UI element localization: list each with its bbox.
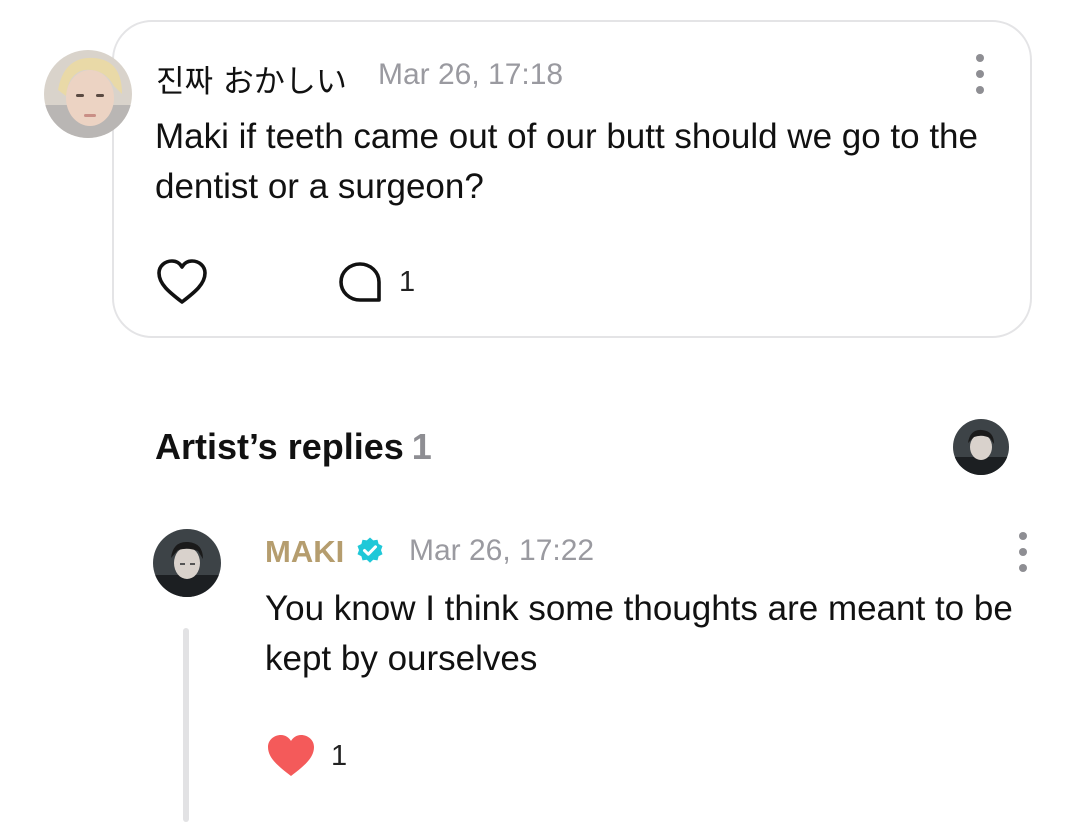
reply-like-count: 1 — [331, 740, 348, 772]
comment-thread-page: 진짜 おかしい Mar 26, 17:18 Maki if teeth came… — [0, 0, 1080, 822]
reply-author-avatar[interactable] — [153, 529, 221, 597]
reply-author-name[interactable]: MAKI — [265, 534, 344, 570]
artist-replies-title: Artist’s replies — [155, 426, 404, 467]
post-author-name[interactable]: 진짜 おかしい — [156, 56, 347, 101]
more-vertical-icon — [976, 54, 984, 62]
heart-outline-icon — [157, 259, 207, 304]
post-body-text: Maki if teeth came out of our butt shoul… — [155, 117, 978, 206]
post-comment-count: 1 — [399, 266, 416, 298]
post-author-avatar[interactable] — [44, 50, 132, 138]
reply-thread-line — [183, 628, 189, 822]
heart-filled-icon — [268, 735, 314, 776]
verified-check-icon — [357, 537, 383, 563]
post-like-button[interactable] — [155, 258, 209, 306]
reply-like-button[interactable] — [266, 733, 316, 779]
post-more-options-button[interactable] — [970, 52, 990, 96]
reply-body-text: You know I think some thoughts are meant… — [265, 589, 1013, 678]
artist-replies-heading: Artist’s replies 1 — [155, 426, 432, 468]
reply-timestamp: Mar 26, 17:22 — [409, 534, 595, 567]
artist-replies-count: 1 — [411, 426, 432, 467]
post-timestamp: Mar 26, 17:18 — [378, 58, 564, 91]
more-vertical-icon — [1019, 532, 1027, 540]
comment-bubble-icon — [339, 262, 381, 302]
reply-more-options-button[interactable] — [1013, 530, 1033, 574]
post-comment-button[interactable] — [337, 260, 383, 306]
artist-avatar-small[interactable] — [953, 419, 1009, 475]
